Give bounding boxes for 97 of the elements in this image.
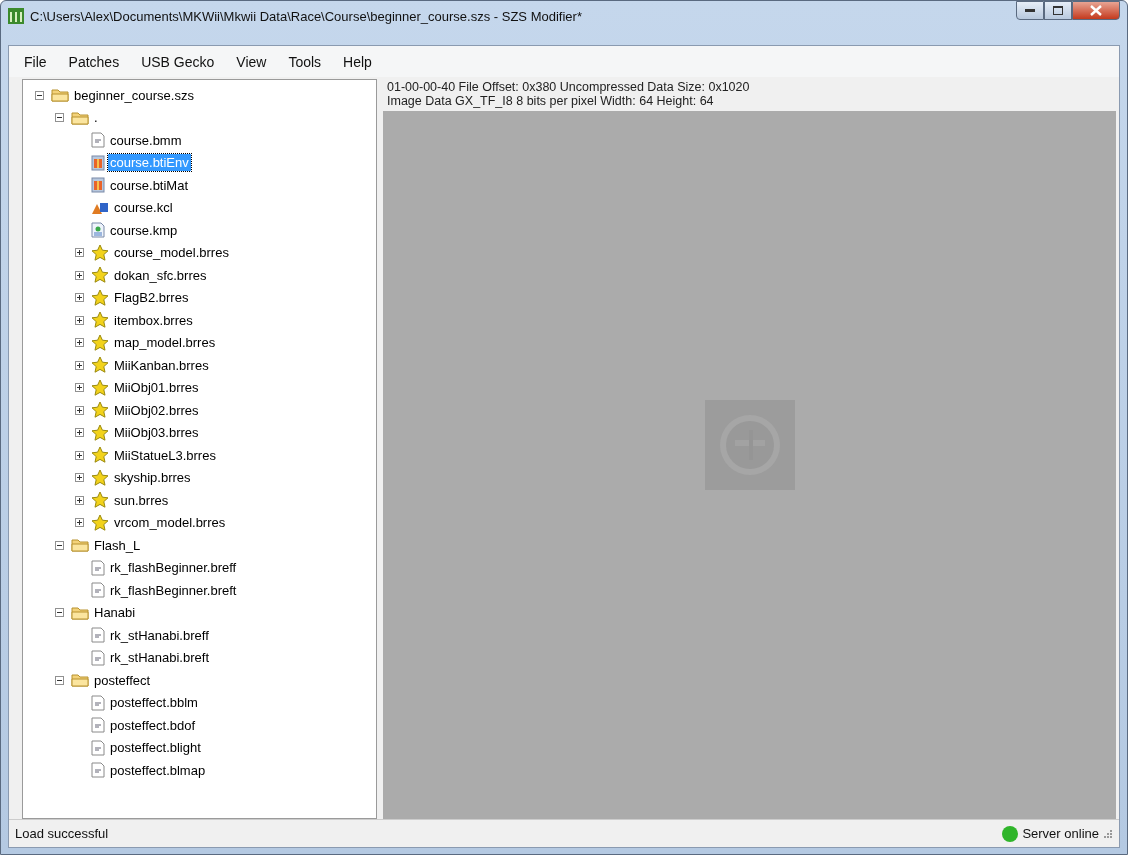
window-title: C:\Users\Alex\Documents\MKWii\Mkwii Data\Race\Course\beginner_course.szs - SZS Modifier* [30, 8, 582, 24]
info-line: 01-00-00-40 File Offset: 0x380 Uncompressed Data Size: 0x1020 [387, 80, 751, 94]
star-icon [91, 288, 109, 307]
document-icon [91, 739, 105, 756]
tree-item[interactable]: skyship.brres [112, 469, 193, 487]
tree-item[interactable]: course_model.brres [112, 244, 231, 262]
tree-item[interactable]: itembox.brres [112, 311, 195, 329]
expand-toggle[interactable] [75, 338, 84, 348]
tree-item[interactable]: sun.brres [112, 491, 171, 509]
status-message: Load successful [15, 826, 109, 841]
tree-item[interactable]: course.btiMat [108, 176, 191, 194]
star-icon [91, 468, 109, 487]
expand-toggle[interactable] [75, 450, 84, 460]
star-icon [91, 356, 109, 375]
folder-icon [71, 672, 89, 689]
tree-item[interactable]: Hanabi [92, 604, 138, 622]
star-icon [91, 333, 109, 352]
expand-toggle[interactable] [75, 518, 84, 528]
tree-item[interactable]: Flash_L [92, 536, 143, 554]
menu-item[interactable]: View [225, 49, 278, 74]
document-icon [91, 627, 105, 644]
expand-toggle[interactable] [75, 315, 84, 325]
tree-item[interactable]: posteffect.bblm [108, 694, 200, 712]
document-icon [91, 582, 105, 599]
tree-item[interactable]: posteffect.bdof [108, 716, 198, 734]
server-status: Server online [1022, 826, 1099, 841]
tree-item[interactable]: course.kcl [112, 199, 175, 217]
tree-item[interactable]: MiiObj01.brres [112, 379, 201, 397]
tree-item[interactable]: posteffect.blight [108, 739, 203, 757]
expand-toggle[interactable] [75, 495, 84, 505]
document-icon [91, 222, 105, 239]
tree-item[interactable]: rk_stHanabi.breft [108, 649, 211, 667]
star-icon [91, 423, 109, 442]
tree-item[interactable]: map_model.brres [112, 334, 218, 352]
info-line: Image Data GX_TF_I8 8 bits per pixel Width: 64 Height: 64 [387, 94, 715, 108]
close-button[interactable] [1072, 1, 1120, 20]
document-icon [91, 762, 105, 779]
tree-item[interactable]: . [92, 109, 100, 127]
folder-icon [71, 537, 89, 554]
resize-grip-icon [1103, 828, 1113, 839]
tree-item[interactable]: beginner_course.szs [72, 86, 196, 104]
tree-item[interactable]: MiiObj02.brres [112, 401, 201, 419]
tree-item[interactable]: FlagB2.brres [112, 289, 191, 307]
tree-item[interactable]: MiiStatueL3.brres [112, 446, 218, 464]
tree-item[interactable]: posteffect.blmap [108, 761, 208, 779]
minimize-button[interactable] [1016, 1, 1044, 20]
maximize-button[interactable] [1044, 1, 1072, 20]
menu-item[interactable]: Tools [277, 49, 333, 74]
folder-icon [71, 604, 89, 621]
star-icon [91, 378, 109, 397]
tree-item[interactable]: dokan_sfc.brres [112, 266, 209, 284]
document-icon [91, 649, 105, 666]
menu-item[interactable]: File [13, 49, 58, 74]
close-icon [1090, 5, 1102, 16]
document-icon [91, 717, 105, 734]
collapse-toggle[interactable] [35, 90, 44, 100]
collapse-toggle[interactable] [55, 113, 64, 123]
minimize-icon [1025, 8, 1035, 13]
star-icon [91, 243, 109, 262]
collapse-toggle[interactable] [55, 675, 64, 685]
collapse-toggle[interactable] [55, 540, 64, 550]
expand-toggle[interactable] [75, 473, 84, 483]
star-icon [91, 491, 109, 510]
tree-item[interactable]: posteffect [92, 671, 153, 689]
star-icon [91, 513, 109, 532]
star-icon [91, 311, 109, 330]
expand-toggle[interactable] [75, 428, 84, 438]
tree-item[interactable]: rk_flashBeginner.breft [108, 581, 239, 599]
expand-toggle[interactable] [75, 248, 84, 258]
tree-item[interactable]: course.kmp [108, 221, 180, 239]
menu-item[interactable]: Patches [57, 49, 131, 74]
image-file-icon [91, 154, 105, 171]
tree-item[interactable]: MiiKanban.brres [112, 356, 211, 374]
tree-item[interactable]: course.bmm [108, 131, 184, 149]
star-icon [91, 266, 109, 285]
folder-icon [51, 87, 69, 104]
tree-item[interactable]: MiiObj03.brres [112, 424, 201, 442]
folder-icon [71, 109, 89, 126]
app-icon [8, 8, 24, 24]
document-icon [91, 694, 105, 711]
tree-item[interactable]: rk_stHanabi.breff [108, 626, 211, 644]
menu-item[interactable]: USB Gecko [130, 49, 226, 74]
star-icon [91, 401, 109, 420]
expand-toggle[interactable] [75, 360, 84, 370]
expand-toggle[interactable] [75, 270, 84, 280]
image-file-icon [91, 177, 105, 194]
document-icon [91, 559, 105, 576]
expand-toggle[interactable] [75, 293, 84, 303]
tree-item[interactable]: vrcom_model.brres [112, 514, 228, 532]
expand-toggle[interactable] [75, 383, 84, 393]
star-icon [91, 446, 109, 465]
tree-item[interactable]: rk_flashBeginner.breff [108, 559, 239, 577]
menu-item[interactable]: Help [332, 49, 383, 74]
document-icon [91, 132, 105, 149]
maximize-icon [1053, 6, 1063, 15]
collapse-toggle[interactable] [55, 608, 64, 618]
expand-toggle[interactable] [75, 405, 84, 415]
